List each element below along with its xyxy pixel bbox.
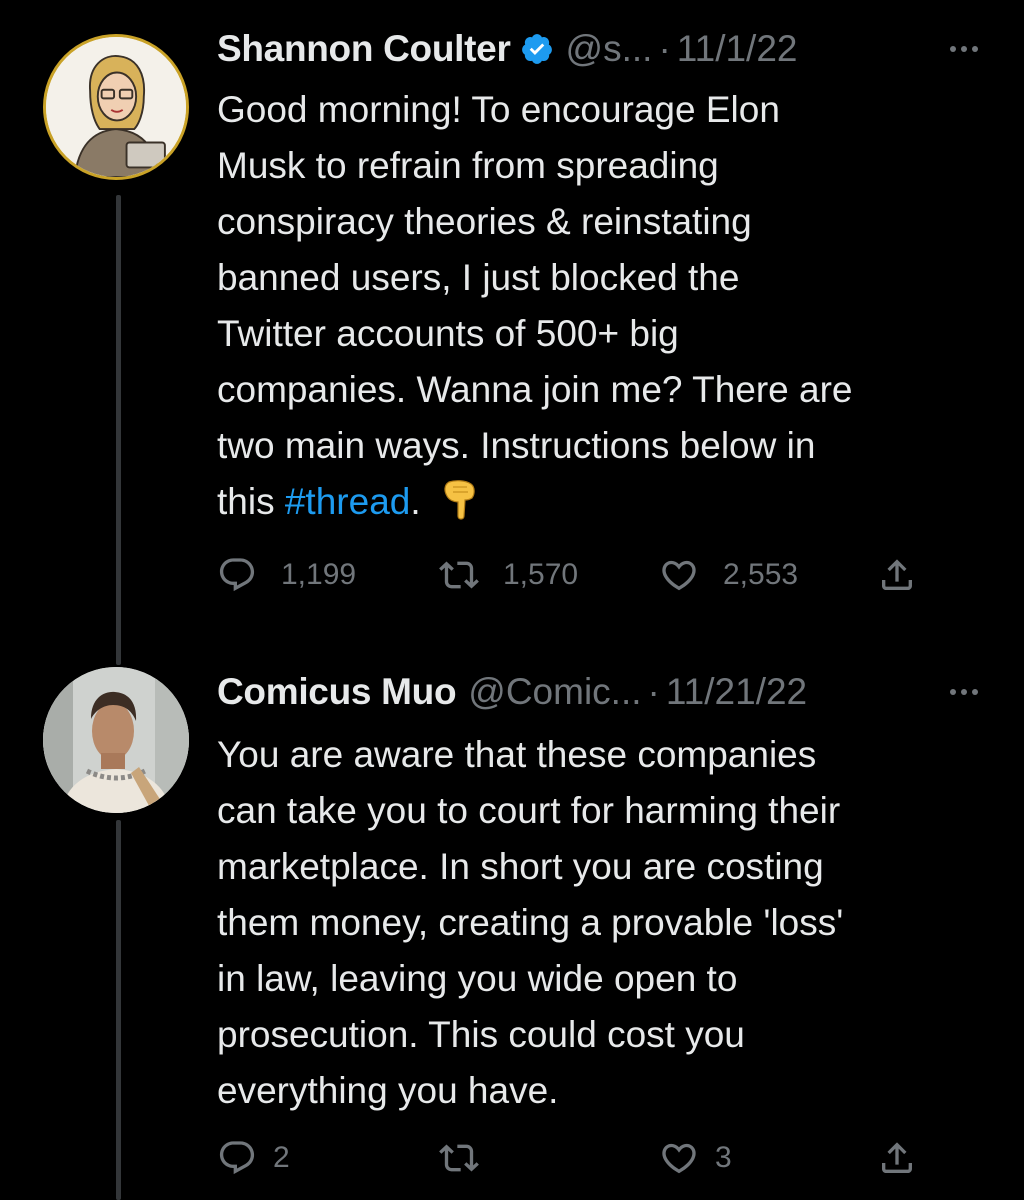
- avatar-illustration: [46, 37, 186, 177]
- like-count: 3: [715, 1141, 732, 1174]
- separator-dot: ·: [658, 28, 671, 69]
- reply-count: 2: [273, 1141, 290, 1174]
- like-button[interactable]: 3: [659, 1133, 732, 1183]
- author-handle[interactable]: @s...: [566, 28, 653, 70]
- verified-badge-icon: [520, 32, 554, 66]
- thread-connector-line: [116, 195, 121, 665]
- like-count: 2,553: [723, 558, 799, 591]
- like-icon: [662, 560, 696, 591]
- more-icon[interactable]: [950, 689, 984, 695]
- pointing-down-emoji-icon: [439, 478, 479, 522]
- tweet-actions: 1,199 1,570 2,553: [217, 550, 937, 600]
- share-button[interactable]: [877, 550, 917, 600]
- author-name[interactable]: Comicus Muo: [217, 671, 457, 713]
- share-button[interactable]: [877, 1133, 917, 1183]
- retweet-count: 1,570: [503, 558, 579, 591]
- reply-icon: [219, 558, 255, 592]
- tweet-header: Comicus Muo @Comic... · 11/21/22: [217, 665, 984, 719]
- author-name[interactable]: Shannon Coulter: [217, 28, 511, 70]
- tweet[interactable]: Comicus Muo @Comic... · 11/21/22 You are…: [0, 655, 1024, 1200]
- avatar-photo: [43, 667, 189, 813]
- reply-button[interactable]: 2: [217, 1133, 290, 1183]
- reply-icon: [219, 1141, 255, 1175]
- share-icon: [882, 1142, 912, 1173]
- like-icon: [662, 1143, 696, 1174]
- retweet-icon: [439, 561, 479, 589]
- share-icon: [882, 559, 912, 590]
- tweet[interactable]: Shannon Coulter @s... · 11/1/22 Good mor…: [0, 0, 1024, 665]
- reply-button[interactable]: 1,199: [217, 550, 356, 600]
- avatar[interactable]: [43, 667, 189, 813]
- like-button[interactable]: 2,553: [659, 550, 798, 600]
- separator-dot: ·: [647, 671, 660, 712]
- tweet-date[interactable]: 11/1/22: [677, 28, 798, 70]
- tweet-text-tail: .: [410, 481, 421, 522]
- avatar[interactable]: [43, 34, 189, 180]
- author-handle[interactable]: @Comic...: [468, 671, 641, 713]
- retweet-icon: [439, 1144, 479, 1172]
- tweet-text: You are aware that these companies can t…: [217, 734, 844, 1111]
- more-icon[interactable]: [950, 46, 984, 52]
- hashtag-link[interactable]: #thread: [285, 481, 411, 522]
- reply-count: 1,199: [281, 558, 357, 591]
- retweet-button[interactable]: [439, 1133, 503, 1183]
- thread-connector-line: [116, 820, 121, 1200]
- tweet-date[interactable]: 11/21/22: [666, 671, 807, 713]
- tweet-text: Good morning! To encourage Elon Musk to …: [217, 82, 997, 530]
- tweet-text-main: Good morning! To encourage Elon Musk to …: [217, 89, 853, 522]
- tweet-header: Shannon Coulter @s... · 11/1/22: [217, 22, 984, 76]
- tweet-actions: 2 3: [217, 1133, 937, 1183]
- retweet-button[interactable]: 1,570: [439, 550, 578, 600]
